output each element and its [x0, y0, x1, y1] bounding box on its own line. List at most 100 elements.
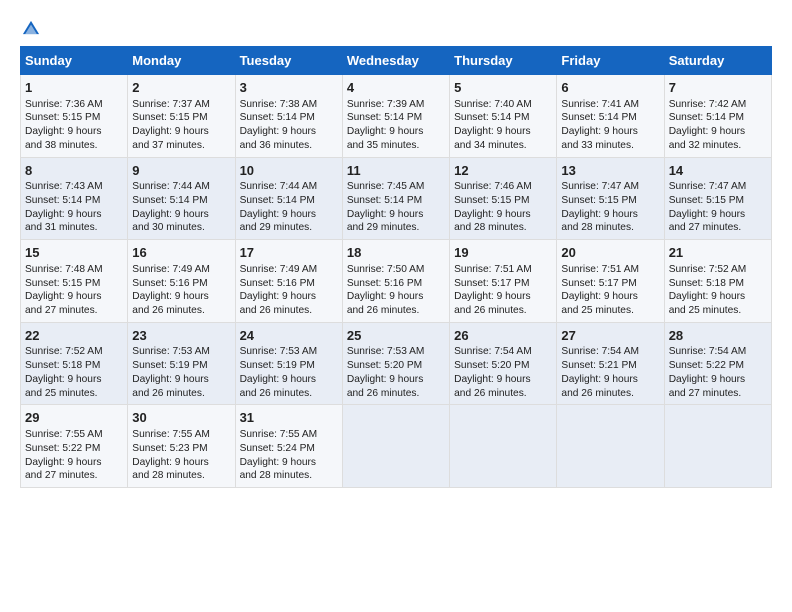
day-info-line: Sunset: 5:14 PM [454, 111, 552, 125]
day-info-line: Daylight: 9 hours [25, 456, 123, 470]
calendar-cell [664, 405, 771, 488]
day-info-line: Sunrise: 7:54 AM [454, 345, 552, 359]
day-info-line: Sunset: 5:14 PM [347, 194, 445, 208]
day-header-thursday: Thursday [450, 47, 557, 75]
day-info-line: Daylight: 9 hours [454, 373, 552, 387]
calendar-cell: 7Sunrise: 7:42 AMSunset: 5:14 PMDaylight… [664, 75, 771, 158]
day-info-line: Sunrise: 7:37 AM [132, 98, 230, 112]
header [20, 18, 772, 40]
day-number: 7 [669, 79, 767, 97]
day-header-wednesday: Wednesday [342, 47, 449, 75]
day-info-line: Daylight: 9 hours [240, 125, 338, 139]
day-info-line: Daylight: 9 hours [561, 125, 659, 139]
day-info-line: and 38 minutes. [25, 139, 123, 153]
day-info-line: and 36 minutes. [240, 139, 338, 153]
day-info-line: and 34 minutes. [454, 139, 552, 153]
day-info-line: Sunrise: 7:54 AM [669, 345, 767, 359]
day-info-line: and 30 minutes. [132, 221, 230, 235]
day-info-line: Sunset: 5:14 PM [132, 194, 230, 208]
day-info-line: Daylight: 9 hours [132, 208, 230, 222]
day-info-line: Sunrise: 7:38 AM [240, 98, 338, 112]
calendar-cell: 2Sunrise: 7:37 AMSunset: 5:15 PMDaylight… [128, 75, 235, 158]
day-info-line: Sunset: 5:17 PM [454, 277, 552, 291]
day-number: 20 [561, 244, 659, 262]
day-info-line: and 27 minutes. [25, 304, 123, 318]
calendar-cell: 19Sunrise: 7:51 AMSunset: 5:17 PMDayligh… [450, 240, 557, 323]
day-info-line: Sunrise: 7:47 AM [561, 180, 659, 194]
day-info-line: Daylight: 9 hours [240, 373, 338, 387]
calendar-body: 1Sunrise: 7:36 AMSunset: 5:15 PMDaylight… [21, 75, 772, 488]
day-info-line: Daylight: 9 hours [240, 456, 338, 470]
day-info-line: and 27 minutes. [669, 387, 767, 401]
calendar-cell: 17Sunrise: 7:49 AMSunset: 5:16 PMDayligh… [235, 240, 342, 323]
day-info-line: Sunset: 5:21 PM [561, 359, 659, 373]
day-info-line: Daylight: 9 hours [347, 373, 445, 387]
day-info-line: and 26 minutes. [347, 304, 445, 318]
day-number: 6 [561, 79, 659, 97]
calendar-cell: 24Sunrise: 7:53 AMSunset: 5:19 PMDayligh… [235, 322, 342, 405]
day-info-line: Sunset: 5:22 PM [25, 442, 123, 456]
day-number: 8 [25, 162, 123, 180]
day-info-line: Sunset: 5:23 PM [132, 442, 230, 456]
calendar-cell: 30Sunrise: 7:55 AMSunset: 5:23 PMDayligh… [128, 405, 235, 488]
day-number: 10 [240, 162, 338, 180]
day-info-line: Sunset: 5:15 PM [454, 194, 552, 208]
calendar-cell: 15Sunrise: 7:48 AMSunset: 5:15 PMDayligh… [21, 240, 128, 323]
day-info-line: Daylight: 9 hours [561, 290, 659, 304]
day-info-line: and 33 minutes. [561, 139, 659, 153]
logo [20, 18, 46, 40]
day-number: 2 [132, 79, 230, 97]
day-info-line: Sunrise: 7:52 AM [25, 345, 123, 359]
calendar-cell: 10Sunrise: 7:44 AMSunset: 5:14 PMDayligh… [235, 157, 342, 240]
day-info-line: Sunrise: 7:41 AM [561, 98, 659, 112]
day-number: 18 [347, 244, 445, 262]
calendar-cell: 28Sunrise: 7:54 AMSunset: 5:22 PMDayligh… [664, 322, 771, 405]
logo-icon [20, 18, 42, 40]
calendar-cell: 21Sunrise: 7:52 AMSunset: 5:18 PMDayligh… [664, 240, 771, 323]
day-info-line: and 27 minutes. [669, 221, 767, 235]
day-number: 9 [132, 162, 230, 180]
day-number: 28 [669, 327, 767, 345]
day-info-line: Sunrise: 7:44 AM [132, 180, 230, 194]
day-info-line: Daylight: 9 hours [561, 208, 659, 222]
day-info-line: Daylight: 9 hours [669, 290, 767, 304]
day-info-line: Daylight: 9 hours [669, 208, 767, 222]
day-info-line: and 26 minutes. [240, 387, 338, 401]
day-number: 13 [561, 162, 659, 180]
day-info-line: Sunrise: 7:53 AM [347, 345, 445, 359]
day-info-line: Sunset: 5:20 PM [454, 359, 552, 373]
day-info-line: Sunrise: 7:43 AM [25, 180, 123, 194]
day-info-line: and 29 minutes. [240, 221, 338, 235]
calendar-cell [557, 405, 664, 488]
calendar-cell: 16Sunrise: 7:49 AMSunset: 5:16 PMDayligh… [128, 240, 235, 323]
day-number: 3 [240, 79, 338, 97]
day-info-line: Daylight: 9 hours [561, 373, 659, 387]
day-header-monday: Monday [128, 47, 235, 75]
day-number: 31 [240, 409, 338, 427]
day-info-line: Daylight: 9 hours [25, 373, 123, 387]
day-number: 30 [132, 409, 230, 427]
day-info-line: Daylight: 9 hours [25, 125, 123, 139]
day-info-line: Daylight: 9 hours [454, 290, 552, 304]
day-info-line: and 29 minutes. [347, 221, 445, 235]
day-info-line: and 26 minutes. [454, 387, 552, 401]
day-number: 26 [454, 327, 552, 345]
calendar-cell: 22Sunrise: 7:52 AMSunset: 5:18 PMDayligh… [21, 322, 128, 405]
day-number: 17 [240, 244, 338, 262]
day-info-line: Daylight: 9 hours [347, 290, 445, 304]
day-info-line: Sunset: 5:16 PM [132, 277, 230, 291]
calendar-cell: 6Sunrise: 7:41 AMSunset: 5:14 PMDaylight… [557, 75, 664, 158]
day-info-line: Daylight: 9 hours [132, 456, 230, 470]
day-info-line: Sunset: 5:19 PM [132, 359, 230, 373]
day-info-line: and 32 minutes. [669, 139, 767, 153]
day-info-line: and 25 minutes. [669, 304, 767, 318]
calendar-cell: 27Sunrise: 7:54 AMSunset: 5:21 PMDayligh… [557, 322, 664, 405]
day-number: 25 [347, 327, 445, 345]
day-info-line: Daylight: 9 hours [454, 125, 552, 139]
day-info-line: Sunset: 5:14 PM [25, 194, 123, 208]
calendar-table: SundayMondayTuesdayWednesdayThursdayFrid… [20, 46, 772, 488]
day-number: 4 [347, 79, 445, 97]
day-number: 15 [25, 244, 123, 262]
day-info-line: Sunrise: 7:44 AM [240, 180, 338, 194]
calendar-cell: 23Sunrise: 7:53 AMSunset: 5:19 PMDayligh… [128, 322, 235, 405]
